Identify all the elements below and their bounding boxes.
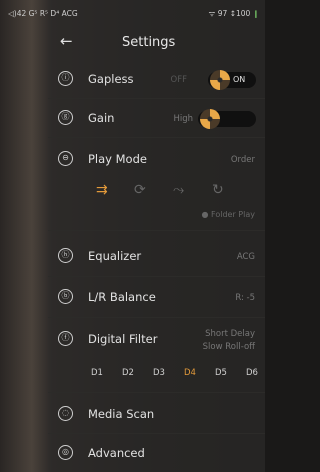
filter-option-selected[interactable]: D4 (184, 368, 196, 378)
gain-icon: ⓖ (58, 110, 73, 125)
shuffle-icon[interactable]: ⤳ (173, 182, 184, 198)
setting-gain[interactable]: ⓖ Gain High (48, 99, 265, 137)
repeat-one-icon[interactable]: ↻ (212, 182, 224, 198)
gapless-icon: ⓘ (58, 71, 73, 86)
setting-equalizer[interactable]: ⓗ Equalizer ACG (48, 237, 265, 275)
equalizer-icon: ⓗ (58, 248, 73, 263)
divider (48, 230, 265, 231)
folder-play-option[interactable]: ● Folder Play (202, 210, 255, 219)
status-right: ᯤ 97 ↕100 ❙ (209, 9, 259, 19)
filter-option[interactable]: D6 (246, 368, 258, 378)
toggle-knob-icon (200, 109, 220, 129)
play-mode-icon: ⊖ (58, 151, 73, 166)
status-bar: ◁)42 G⁵ R⁵ D⁴ ACG ᯤ 97 ↕100 ❙ (0, 0, 265, 28)
gain-toggle[interactable] (198, 109, 256, 129)
filter-option[interactable]: D1 (91, 368, 103, 378)
gain-label: Gain (88, 111, 115, 125)
setting-media-scan[interactable]: ◌ Media Scan (48, 395, 265, 433)
advanced-icon: ◎ (58, 445, 73, 460)
gain-value: High (173, 114, 193, 124)
digital-filter-icon: ⓕ (58, 331, 73, 346)
digital-filter-options: D1 D2 D3 D4 D5 D6 (48, 362, 265, 386)
divider (48, 137, 265, 138)
filter-option[interactable]: D2 (122, 368, 134, 378)
media-scan-label: Media Scan (88, 407, 155, 421)
setting-advanced[interactable]: ◎ Advanced (48, 434, 265, 472)
balance-icon: ⓑ (58, 289, 73, 304)
status-left: ◁)42 G⁵ R⁵ D⁴ ACG (8, 9, 78, 18)
order-mode-icon[interactable]: ⇉ (96, 182, 108, 198)
gapless-on-label: ON (233, 75, 246, 84)
setting-play-mode[interactable]: ⊖ Play Mode Order (48, 140, 265, 178)
digital-filter-value-2: Slow Roll-off (202, 342, 255, 352)
balance-label: L/R Balance (88, 290, 156, 304)
setting-digital-filter[interactable]: ⓕ Digital Filter Short Delay Slow Roll-o… (48, 320, 265, 358)
equalizer-label: Equalizer (88, 249, 142, 263)
page-title: Settings (122, 35, 176, 50)
setting-gapless[interactable]: ⓘ Gapless OFF ON (48, 60, 265, 98)
divider (48, 276, 265, 277)
gapless-toggle[interactable]: ON (208, 70, 256, 90)
filter-option[interactable]: D5 (215, 368, 227, 378)
equalizer-value: ACG (236, 252, 255, 262)
gapless-label: Gapless (88, 72, 134, 86)
play-mode-options: ⇉ ⟳ ⤳ ↻ (48, 178, 265, 208)
repeat-all-icon[interactable]: ⟳ (134, 182, 146, 198)
setting-balance[interactable]: ⓑ L/R Balance R: -5 (48, 278, 265, 316)
battery-level: ↕100 (229, 9, 251, 18)
media-scan-icon: ◌ (58, 406, 73, 421)
filter-option[interactable]: D3 (153, 368, 165, 378)
divider (48, 392, 265, 393)
balance-value: R: -5 (235, 293, 255, 303)
header: ← Settings (0, 28, 265, 58)
advanced-label: Advanced (88, 446, 145, 460)
back-arrow-icon[interactable]: ← (60, 32, 73, 50)
digital-filter-value-1: Short Delay (205, 329, 255, 339)
toggle-knob-icon (210, 70, 230, 90)
digital-filter-label: Digital Filter (88, 332, 158, 346)
wifi-battery-label: ᯤ 97 (208, 9, 228, 18)
play-mode-value: Order (230, 155, 255, 165)
divider (48, 317, 265, 318)
gapless-off-label: OFF (170, 75, 187, 85)
play-mode-label: Play Mode (88, 152, 147, 166)
battery-icon: ❙ (252, 9, 259, 18)
